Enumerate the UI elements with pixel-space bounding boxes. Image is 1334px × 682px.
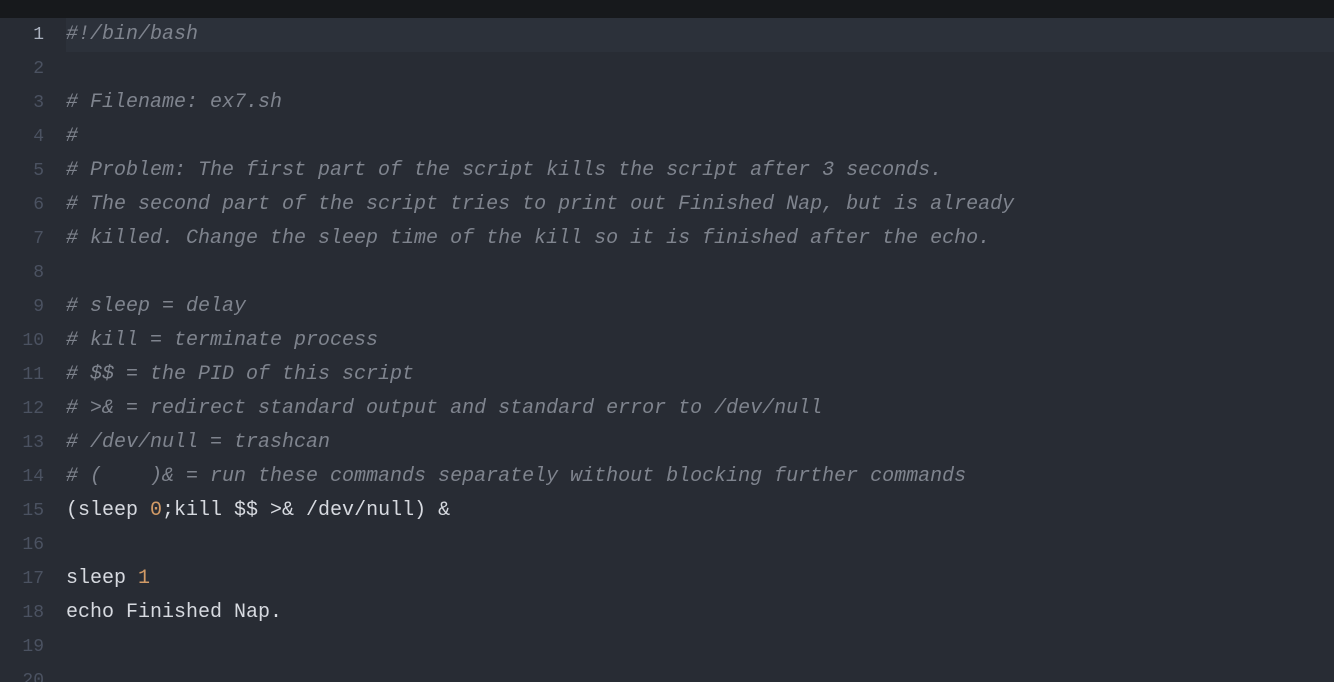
line-number: 10 [0,324,44,358]
line-number: 11 [0,358,44,392]
line-number: 4 [0,120,44,154]
code-line[interactable]: # $$ = the PID of this script [66,358,1334,392]
code-token: 0 [150,499,162,522]
line-number: 20 [0,664,44,682]
line-number: 16 [0,528,44,562]
code-area[interactable]: #!/bin/bash # Filename: ex7.sh # # Problem:… [58,18,1334,682]
code-line[interactable]: # >& = redirect standard output and stan… [66,392,1334,426]
code-line[interactable]: # Filename: ex7.sh [66,86,1334,120]
code-token: sleep [66,567,138,590]
line-number: 13 [0,426,44,460]
code-line[interactable] [66,256,1334,290]
code-line[interactable]: # [66,120,1334,154]
code-token: # [66,125,78,148]
code-token: # sleep = delay [66,295,246,318]
code-editor[interactable]: 1234567891011121314151617181920 #!/bin/b… [0,18,1334,682]
line-number: 18 [0,596,44,630]
line-number: 9 [0,290,44,324]
code-token: (sleep [66,499,150,522]
code-token: # The second part of the script tries to… [66,193,1014,216]
code-line[interactable] [66,664,1334,682]
code-line[interactable]: # The second part of the script tries to… [66,188,1334,222]
code-token: # Filename: ex7.sh [66,91,282,114]
line-number: 14 [0,460,44,494]
code-line[interactable]: (sleep 0;kill $$ >& /dev/null) & [66,494,1334,528]
code-token: #!/bin/bash [66,23,198,46]
code-line[interactable]: # Problem: The first part of the script … [66,154,1334,188]
line-number: 6 [0,188,44,222]
line-number: 3 [0,86,44,120]
line-number-gutter: 1234567891011121314151617181920 [0,18,58,682]
line-number: 7 [0,222,44,256]
line-number: 17 [0,562,44,596]
code-line[interactable] [66,630,1334,664]
line-number: 12 [0,392,44,426]
code-token: # $$ = the PID of this script [66,363,414,386]
code-line[interactable] [66,528,1334,562]
line-number: 8 [0,256,44,290]
code-token: # /dev/null = trashcan [66,431,330,454]
code-line[interactable]: #!/bin/bash [66,18,1334,52]
title-bar [0,0,1334,18]
line-number: 5 [0,154,44,188]
line-number: 19 [0,630,44,664]
code-token: # kill = terminate process [66,329,378,352]
code-line[interactable]: # sleep = delay [66,290,1334,324]
code-line[interactable]: # killed. Change the sleep time of the k… [66,222,1334,256]
code-token: # killed. Change the sleep time of the k… [66,227,990,250]
code-token: # ( )& = run these commands separately w… [66,465,966,488]
code-token: 1 [138,567,150,590]
code-token: ;kill $$ >& /dev/null) & [162,499,450,522]
code-token: # Problem: The first part of the script … [66,159,942,182]
line-number: 1 [0,18,44,52]
code-line[interactable]: # ( )& = run these commands separately w… [66,460,1334,494]
code-line[interactable]: # /dev/null = trashcan [66,426,1334,460]
code-line[interactable]: sleep 1 [66,562,1334,596]
code-token: # >& = redirect standard output and stan… [66,397,822,420]
code-line[interactable] [66,52,1334,86]
line-number: 2 [0,52,44,86]
code-line[interactable]: echo Finished Nap. [66,596,1334,630]
code-token: echo Finished Nap. [66,601,282,624]
code-line[interactable]: # kill = terminate process [66,324,1334,358]
line-number: 15 [0,494,44,528]
